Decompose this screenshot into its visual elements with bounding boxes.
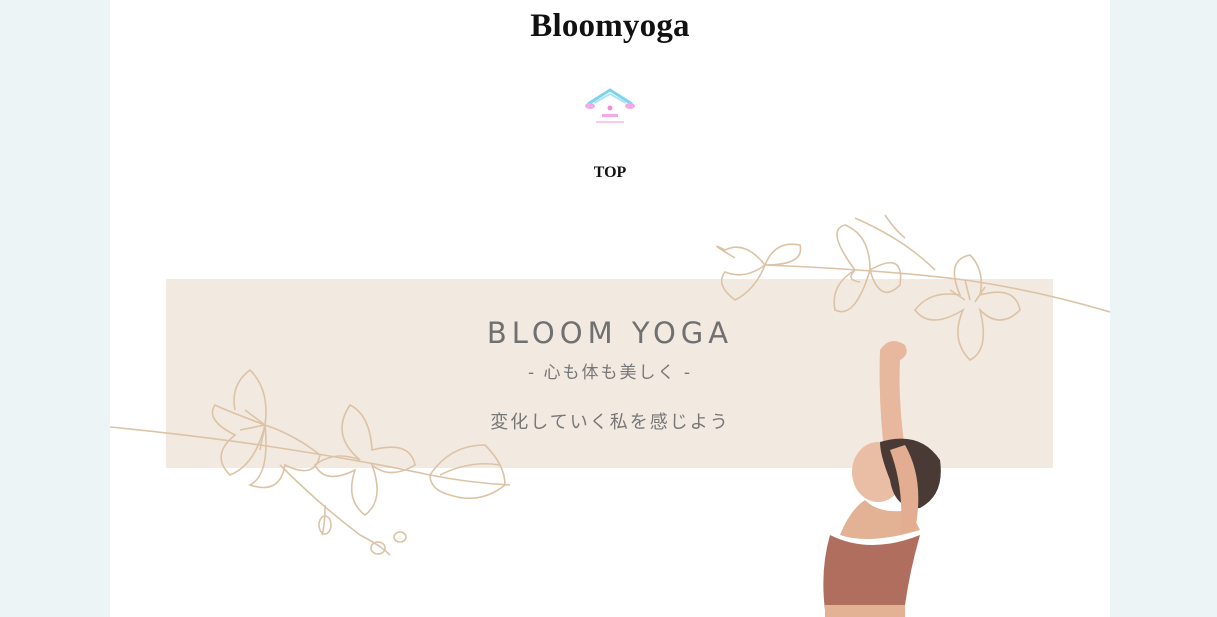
floral-branch-left: [110, 368, 511, 556]
nav-top-link[interactable]: TOP: [110, 164, 1110, 182]
yoga-woman-image: [823, 341, 941, 617]
site-title[interactable]: Bloomyoga: [110, 8, 1110, 45]
house-flower-logo[interactable]: [582, 86, 638, 130]
page-container: Bloomyoga TOP BLOOM YOGA - 心も体も美しく - 変化し…: [110, 0, 1110, 617]
